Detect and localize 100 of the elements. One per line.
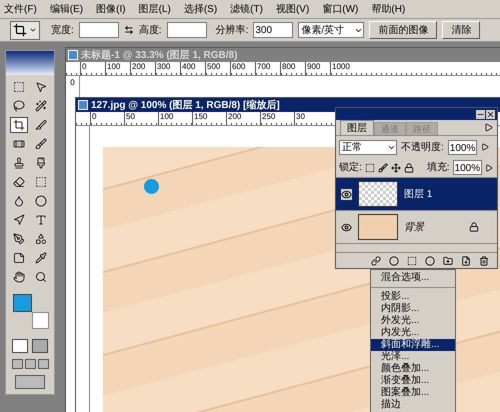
stamp-icon (13, 157, 25, 169)
type-icon (35, 214, 47, 226)
menu-item[interactable]: 内阴影... (371, 303, 455, 315)
resolution-label: 分辨率: (216, 24, 248, 38)
shapes-icon (35, 233, 47, 245)
standard-mode-button[interactable] (12, 339, 28, 353)
brush-icon (35, 138, 47, 150)
ruler-label: 0 (92, 112, 96, 121)
ruler-label: 600 (232, 62, 246, 71)
screen-mode-button[interactable] (12, 359, 22, 369)
menu-item[interactable]: 编辑(E) (50, 2, 84, 16)
ruler-label: 900 (307, 62, 320, 71)
close-icon[interactable] (486, 110, 495, 118)
option-button[interactable]: 清除 (442, 21, 480, 39)
knife-icon (35, 119, 47, 131)
menu-item[interactable]: 外发光... (371, 315, 455, 327)
menu-item[interactable]: 帮助(H) (371, 2, 406, 16)
menu-item[interactable]: 渐变叠加... (371, 375, 455, 387)
document-title: 127.jpg @ 100% (图层 1, RGB/8) [缩放后] (91, 98, 280, 112)
ruler-label: 100 (160, 112, 174, 121)
ruler-label: 100 (107, 62, 120, 71)
folder-icon[interactable] (443, 256, 453, 266)
zoom-icon (35, 271, 47, 283)
crop-icon (13, 119, 25, 131)
layer-row[interactable]: 背景 (336, 211, 497, 244)
ruler-label: 400 (182, 62, 196, 71)
menu-item[interactable]: 斜面和浮雕... (371, 339, 455, 351)
menu-item[interactable]: 投影... (371, 291, 455, 303)
ruler-label: 1000 (332, 62, 350, 71)
blend-mode-select[interactable]: 正常 (339, 140, 397, 154)
ruler-label: 0 (70, 78, 75, 87)
ruler-label: 50 (126, 112, 135, 121)
menu-item[interactable]: 图像(I) (96, 2, 126, 16)
tool-preset-button[interactable] (10, 20, 40, 40)
bandage-icon (13, 138, 25, 150)
lasso-icon (13, 100, 25, 112)
menu-item[interactable]: 窗口(W) (322, 2, 358, 16)
menu-item[interactable]: 内发光... (371, 327, 455, 339)
hand-icon (13, 271, 25, 283)
menu-item[interactable]: 图层(L) (138, 2, 171, 16)
panel-tab[interactable]: 图层 (340, 120, 374, 135)
menu-item[interactable]: 图案叠加... (371, 387, 455, 399)
ruler-label: 200 (228, 112, 242, 121)
fill-label: 填充: (426, 160, 450, 175)
layer-name: 背景 (404, 220, 424, 234)
menu-item[interactable]: 文件(F) (4, 2, 37, 16)
document-title: 未标题-1 @ 33.3% (图层 1, RGB/8) (81, 48, 238, 62)
lock-icon[interactable] (404, 162, 414, 172)
ruler-label: 150 (194, 112, 208, 121)
move-icon[interactable] (390, 162, 401, 172)
menu-item[interactable]: 选择(S) (184, 2, 218, 16)
minimize-icon[interactable] (476, 110, 485, 118)
foreground-color-swatch[interactable] (13, 294, 32, 312)
menu-item[interactable]: 光泽... (371, 351, 455, 363)
background-color-swatch[interactable] (32, 312, 49, 329)
eraser-icon (13, 176, 25, 188)
eye-icon[interactable] (340, 222, 352, 232)
layer-row[interactable]: 图层 1 (336, 178, 497, 211)
menu-item[interactable]: 颜色叠加... (371, 363, 455, 375)
ruler-label: 250 (262, 112, 276, 121)
marquee-icon (13, 81, 25, 93)
brush-icon[interactable] (378, 162, 388, 172)
layer-thumbnail (358, 181, 398, 207)
screen-mode-button[interactable] (38, 359, 48, 369)
ruler-label: 0 (82, 62, 86, 71)
option-button[interactable]: 前面的图像 (369, 21, 438, 39)
trash-icon[interactable] (479, 256, 489, 266)
ruler-label: 30 (296, 112, 305, 121)
resolution-field[interactable]: 300 (253, 22, 294, 38)
height-label: 高度: (138, 24, 162, 38)
lock-label: 锁定: (339, 160, 362, 175)
swap-icon[interactable] (124, 25, 134, 35)
height-field[interactable] (166, 22, 207, 38)
layer-name: 图层 1 (404, 188, 432, 202)
opacity-field[interactable]: 100% (448, 140, 478, 154)
width-label: 宽度: (51, 24, 74, 38)
menu-item[interactable]: 视图(V) (276, 2, 310, 16)
jump-button[interactable] (15, 375, 45, 389)
crop-icon (13, 23, 27, 37)
unit-select[interactable]: 像素/英寸 (298, 22, 364, 38)
note-icon (13, 252, 25, 264)
menu-item[interactable]: 混合选项... (371, 272, 455, 284)
width-field[interactable] (78, 22, 119, 38)
new-layer-icon[interactable] (461, 256, 471, 266)
slider-arrow-icon[interactable] (485, 164, 494, 172)
ruler-label: 300 (157, 62, 170, 71)
menu-item[interactable]: 滤镜(T) (230, 2, 263, 16)
link-icon[interactable] (371, 256, 381, 266)
document-icon (68, 50, 78, 60)
eye-icon[interactable] (340, 188, 352, 200)
screen-mode-button[interactable] (24, 359, 36, 369)
pen-icon (13, 233, 25, 245)
menu-item[interactable]: 描边 (371, 399, 455, 411)
ruler-label: 800 (282, 62, 296, 71)
quick-mask-button[interactable] (32, 339, 48, 353)
slider-arrow-icon[interactable] (481, 143, 490, 151)
tool-button[interactable] (10, 117, 28, 133)
ruler-label: 200 (132, 62, 146, 71)
panel-menu-icon[interactable] (484, 123, 493, 132)
fill-field[interactable]: 100% (452, 160, 482, 175)
